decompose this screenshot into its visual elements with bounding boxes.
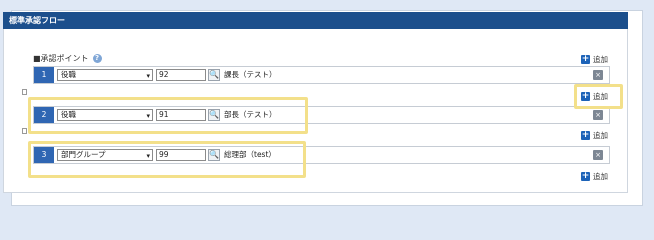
panel-title: 標準承認フロー bbox=[9, 16, 65, 25]
delete-icon[interactable]: × bbox=[593, 110, 603, 120]
approver-name: 課長（テスト） bbox=[224, 70, 277, 79]
search-icon[interactable]: 🔍 bbox=[208, 69, 220, 81]
add-label: 追加 bbox=[593, 131, 608, 140]
highlight-box-add bbox=[574, 84, 623, 109]
add-button-top[interactable]: + 追加 bbox=[581, 54, 608, 65]
plus-icon: + bbox=[581, 171, 590, 181]
highlight-box-row-2 bbox=[28, 97, 308, 134]
add-button-2[interactable]: + 追加 bbox=[581, 130, 608, 141]
add-button-3[interactable]: + 追加 bbox=[581, 171, 608, 182]
delete-icon[interactable]: × bbox=[593, 70, 603, 80]
connector-handle bbox=[22, 89, 27, 95]
approval-row-1: 1 役職 ▾ 92 🔍 課長（テスト） × bbox=[33, 66, 610, 84]
panel-header: 標準承認フロー bbox=[3, 12, 628, 29]
section-title: ■承認ポイント bbox=[33, 54, 89, 63]
type-select[interactable]: 役職 ▾ bbox=[57, 69, 153, 81]
delete-icon[interactable]: × bbox=[593, 150, 603, 160]
type-select-value: 役職 bbox=[61, 70, 76, 79]
plus-icon: + bbox=[581, 130, 590, 140]
code-input[interactable]: 92 bbox=[156, 69, 206, 81]
add-label: 追加 bbox=[593, 55, 608, 64]
highlight-box-row-3 bbox=[28, 141, 306, 178]
row-number: 1 bbox=[34, 67, 54, 83]
connector-handle bbox=[22, 128, 27, 134]
approval-points-label: ■承認ポイント ? bbox=[33, 53, 102, 64]
plus-icon: + bbox=[581, 54, 590, 64]
chevron-down-icon: ▾ bbox=[146, 72, 150, 80]
help-icon[interactable]: ? bbox=[92, 54, 102, 63]
add-label: 追加 bbox=[593, 172, 608, 181]
